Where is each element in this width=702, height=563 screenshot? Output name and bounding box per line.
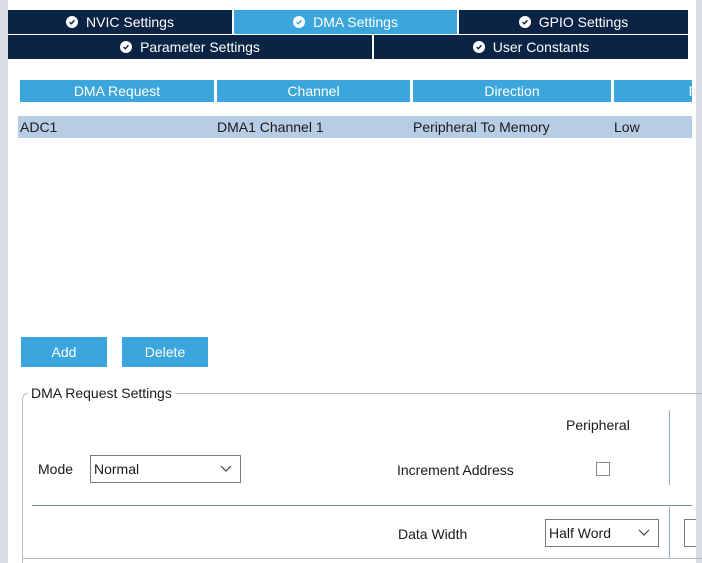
tab-parameter-settings[interactable]: Parameter Settings (8, 35, 372, 59)
window-frame-left (0, 0, 8, 563)
check-circle-icon (518, 16, 531, 28)
column-header-priority-label: P (689, 83, 692, 99)
tab-label: GPIO Settings (538, 14, 629, 30)
column-header-priority[interactable]: P (614, 80, 692, 102)
check-circle-icon (472, 41, 485, 53)
mode-select-value: Normal (94, 461, 140, 477)
data-width-label: Data Width (398, 526, 468, 542)
group-title: DMA Request Settings (28, 385, 175, 401)
column-header-channel[interactable]: Channel (217, 80, 410, 102)
settings-tabs: NVIC Settings DMA Settings GPIO Settings… (8, 0, 688, 59)
check-circle-icon (293, 16, 306, 28)
increment-address-label: Increment Address (397, 462, 514, 478)
column-divider (669, 507, 670, 558)
chevron-down-icon (220, 465, 232, 472)
tab-label: User Constants (492, 39, 590, 55)
settings-divider (32, 505, 692, 506)
tab-user-constants[interactable]: User Constants (374, 35, 688, 59)
tab-dma-settings[interactable]: DMA Settings (234, 10, 457, 34)
cell-dma-request: ADC1 (20, 119, 58, 135)
delete-button[interactable]: Delete (122, 337, 208, 367)
check-circle-icon (66, 16, 79, 28)
peripheral-header: Peripheral (566, 417, 630, 433)
group-border-bottom (22, 558, 702, 559)
cell-channel: DMA1 Channel 1 (217, 119, 324, 135)
mode-select[interactable]: Normal (90, 455, 241, 483)
mode-label: Mode (38, 461, 74, 477)
add-button[interactable]: Add (21, 337, 107, 367)
column-divider (669, 410, 670, 485)
memory-data-width-select[interactable] (684, 519, 696, 547)
data-width-select-value: Half Word (549, 525, 611, 541)
table-row[interactable]: ADC1 DMA1 Channel 1 Peripheral To Memory… (18, 116, 692, 138)
tab-gpio-settings[interactable]: GPIO Settings (459, 10, 688, 34)
table-header: DMA Request Channel Direction P (18, 80, 692, 102)
cell-direction: Peripheral To Memory (413, 119, 550, 135)
peripheral-data-width-select[interactable]: Half Word (545, 519, 659, 547)
cell-priority: Low (614, 119, 640, 135)
check-circle-icon (120, 41, 133, 53)
tab-nvic-settings[interactable]: NVIC Settings (8, 10, 232, 34)
tab-label: DMA Settings (313, 14, 398, 30)
peripheral-increment-address-checkbox[interactable] (596, 462, 610, 476)
chevron-down-icon (638, 529, 650, 536)
column-header-direction[interactable]: Direction (413, 80, 611, 102)
tab-label: NVIC Settings (86, 14, 174, 30)
tab-label: Parameter Settings (140, 39, 260, 55)
column-header-dma-request[interactable]: DMA Request (20, 80, 214, 102)
